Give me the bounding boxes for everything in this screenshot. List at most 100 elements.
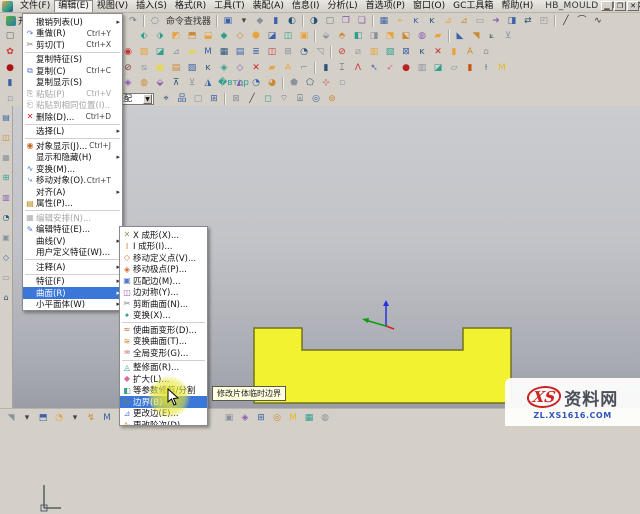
toolbar-icon[interactable]: ◆: [253, 14, 267, 27]
toolbar-icon[interactable]: ⟊: [479, 61, 493, 74]
resource-bar-icon[interactable]: ◫: [1, 132, 12, 143]
toolbar-icon[interactable]: ⊻: [185, 76, 199, 89]
submenu-item-match-edge[interactable]: ▣匹配边(M)...: [120, 275, 207, 287]
menu-item-move-object[interactable]: ⤷移动对象(O)...Ctrl+T: [23, 175, 122, 187]
restore-button[interactable]: ❐: [614, 1, 626, 11]
submenu-item-i-form[interactable]: ⅠI 成形(I)...: [120, 241, 207, 253]
toolbar-icon[interactable]: ▾: [237, 14, 251, 27]
toolbar-icon[interactable]: ◍: [318, 411, 332, 424]
command-finder-icon[interactable]: ◌: [148, 14, 162, 27]
toolbar-icon[interactable]: A: [281, 61, 295, 74]
menu-item-edit-arrangements[interactable]: ▦编辑安排(N)...: [23, 212, 122, 224]
toolbar-icon[interactable]: ↯: [84, 411, 98, 424]
toolbar-icon[interactable]: ◥: [4, 411, 18, 424]
toolbar-icon[interactable]: ≣: [249, 45, 263, 58]
toolbar-icon[interactable]: ▨: [137, 45, 151, 58]
toolbar-icon[interactable]: ▫: [3, 92, 17, 105]
menubar-item-menu[interactable]: 帮助(H): [497, 0, 537, 12]
toolbar-icon[interactable]: ▮: [463, 61, 477, 74]
toolbar-icon[interactable]: �втор: [217, 76, 231, 89]
command-finder-label[interactable]: 命令查找器: [166, 14, 211, 27]
toolbar-icon[interactable]: ▢: [323, 14, 337, 27]
toolbar-icon[interactable]: ▰: [185, 45, 199, 58]
toolbar-icon[interactable]: ▦: [377, 14, 391, 27]
toolbar-icon[interactable]: ⟀: [485, 29, 499, 42]
menu-item-properties[interactable]: ▤属性(P)...: [23, 198, 122, 210]
toolbar-icon[interactable]: ◥: [469, 29, 483, 42]
datum-csys-icon[interactable]: [361, 299, 407, 331]
menubar-item-menu[interactable]: 视图(V): [93, 0, 132, 12]
toolbar-icon[interactable]: ▦: [302, 411, 316, 424]
toolbar-icon[interactable]: ⊘: [335, 45, 349, 58]
toolbar-icon[interactable]: ▢: [3, 29, 17, 42]
toolbar-icon[interactable]: ●: [3, 61, 17, 74]
toolbar-icon[interactable]: ⌐: [297, 61, 311, 74]
submenu-item-transform-sheet[interactable]: ≋变换曲面(T)...: [120, 336, 207, 348]
resource-bar-icon[interactable]: ⊞: [1, 172, 12, 183]
toolbar-icon[interactable]: ◮: [201, 76, 215, 89]
toolbar-icon[interactable]: ╱: [245, 92, 259, 105]
toolbar-icon[interactable]: ⬒: [185, 29, 199, 42]
toolbar-icon[interactable]: ⊘: [121, 61, 135, 74]
toolbar-icon[interactable]: ◑: [307, 14, 321, 27]
toolbar-icon[interactable]: ◭: [233, 76, 247, 89]
menubar-item-menu[interactable]: 装配(A): [249, 0, 288, 12]
toolbar-icon[interactable]: ⊞: [207, 92, 221, 105]
resource-bar-icon[interactable]: ▥: [1, 192, 12, 203]
menu-item-user-defined-feature[interactable]: 用户定义特征(W)...: [23, 247, 122, 259]
toolbar-icon[interactable]: ◍: [415, 29, 429, 42]
menu-item-cut[interactable]: ✂剪切(T)Ctrl+X: [23, 39, 122, 51]
menu-item-edit-feature[interactable]: ✎编辑特征(E)...: [23, 224, 122, 236]
toolbar-icon[interactable]: ▮: [269, 14, 283, 27]
toolbar-icon[interactable]: Λ: [351, 61, 365, 74]
toolbar-icon[interactable]: ▤: [233, 45, 247, 58]
submenu-item-deform-surface[interactable]: ≈使曲面变形(D)...: [120, 324, 207, 336]
toolbar-icon[interactable]: ▮: [447, 45, 461, 58]
toolbar-icon[interactable]: ⬙: [319, 29, 333, 42]
submenu-item-global-shaping[interactable]: ♒全局变形(G)...: [120, 347, 207, 359]
toolbar-icon[interactable]: ▭: [473, 14, 487, 27]
toolbar-icon[interactable]: ▣: [222, 411, 236, 424]
menu-item-paste[interactable]: ⎘粘贴(P)Ctrl+V: [23, 88, 122, 100]
toolbar-icon[interactable]: ⬢: [249, 29, 263, 42]
toolbar-icon[interactable]: ▰: [265, 61, 279, 74]
toolbar-icon[interactable]: ◻: [261, 92, 275, 105]
menu-item-copy-feature[interactable]: 复制特征(S): [23, 54, 122, 66]
toolbar-icon[interactable]: ◪: [153, 45, 167, 58]
toolbar-icon[interactable]: ●: [399, 61, 413, 74]
toolbar-icon[interactable]: ✕: [431, 45, 445, 58]
toolbar-icon[interactable]: ◪: [265, 29, 279, 42]
toolbar-icon[interactable]: ĸ: [425, 14, 439, 27]
menubar-item-edit[interactable]: 编辑(E): [54, 0, 93, 12]
toolbar-icon[interactable]: ◍: [137, 76, 151, 89]
toolbar-icon[interactable]: ⊠: [399, 45, 413, 58]
menu-item-surface[interactable]: 曲面(R)▸: [23, 287, 122, 299]
menu-item-annotation[interactable]: 注释(A)▸: [23, 261, 122, 273]
toolbar-icon[interactable]: ĸ: [409, 14, 423, 27]
toolbar-icon[interactable]: ▮: [319, 61, 333, 74]
resource-bar-icon[interactable]: ⌂: [1, 292, 12, 303]
toolbar-icon[interactable]: ⊿: [441, 14, 455, 27]
toolbar-icon[interactable]: ◆: [217, 29, 231, 42]
menu-item-transform[interactable]: ∿变换(M)...: [23, 163, 122, 175]
toolbar-icon[interactable]: ◩: [169, 29, 183, 42]
toolbar-icon[interactable]: ◣: [453, 29, 467, 42]
submenu-item-transform[interactable]: ✦变换(X)...: [120, 310, 207, 322]
toolbar-icon[interactable]: ⌖: [159, 92, 173, 105]
toolbar-icon[interactable]: ▾: [20, 411, 34, 424]
toolbar-icon[interactable]: M: [495, 61, 509, 74]
toolbar-icon[interactable]: ĸ: [415, 45, 429, 58]
toolbar-icon[interactable]: ⊹: [319, 76, 333, 89]
toolbar-icon[interactable]: ⧄: [351, 45, 365, 58]
toolbar-icon[interactable]: ◧: [351, 29, 365, 42]
toolbar-icon[interactable]: ⌔: [277, 92, 291, 105]
toolbar-icon[interactable]: ◔: [249, 76, 263, 89]
toolbar-icon[interactable]: ⇄: [521, 14, 535, 27]
resource-bar-icon[interactable]: ◇: [1, 252, 12, 263]
toolbar-icon[interactable]: ▢: [191, 92, 205, 105]
menu-item-selection[interactable]: 选择(L)▸: [23, 126, 122, 138]
menubar-item-menu[interactable]: 格式(R): [171, 0, 210, 12]
menu-item-copy-display[interactable]: 复制显示(S): [23, 77, 122, 89]
menubar-item-menu[interactable]: 插入(S): [132, 0, 171, 12]
toolbar-icon[interactable]: ▣: [153, 61, 167, 74]
